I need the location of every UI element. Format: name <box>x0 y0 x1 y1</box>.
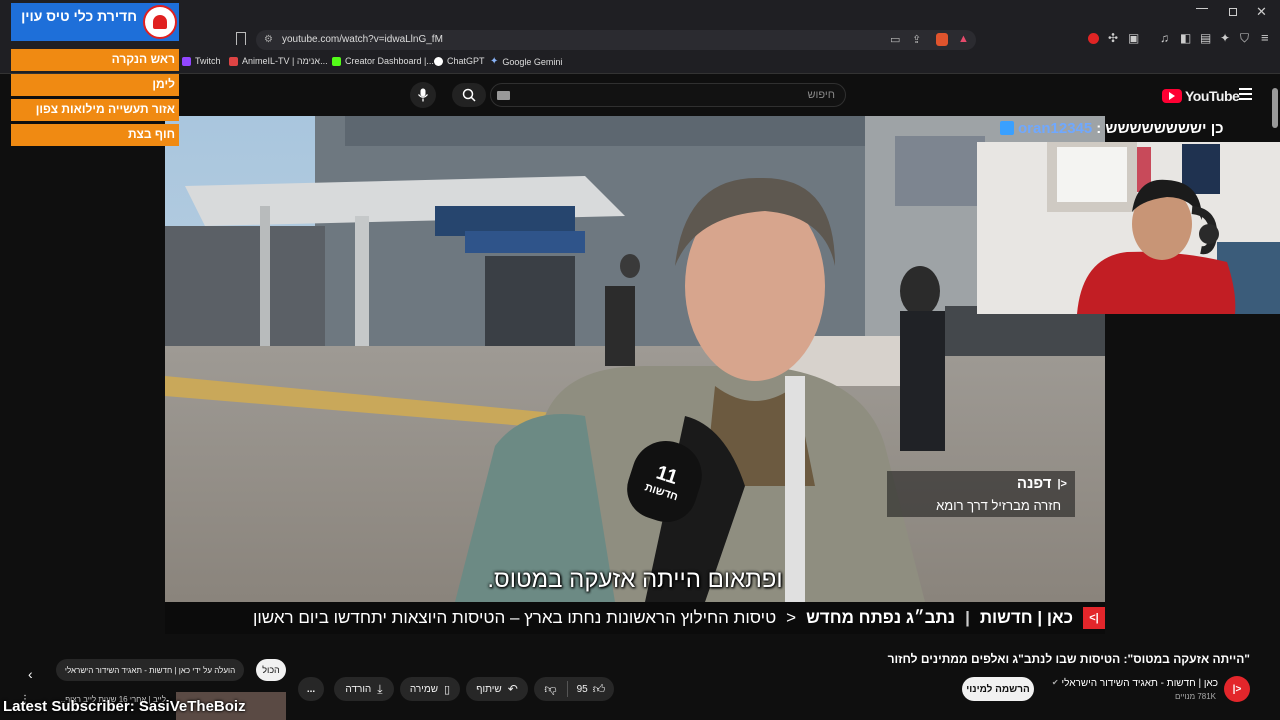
chat-username: oran12345 <box>1018 119 1093 137</box>
chip-all[interactable]: הכול <box>256 659 286 681</box>
video-subtitle: ופתאום הייתה אזעקה במטוס. <box>487 566 783 593</box>
bookmark-twitch[interactable]: Twitch <box>182 56 221 66</box>
rewards-icon[interactable]: ▲ <box>958 33 969 45</box>
browser-titlebar: ✕ <box>0 0 1280 28</box>
page-scrollbar[interactable] <box>1272 88 1278 128</box>
youtube-play-icon <box>1162 89 1182 103</box>
keyboard-icon[interactable] <box>497 91 510 100</box>
alert-header: חדירת כלי טיס עוין <box>11 3 179 41</box>
minimize-icon[interactable] <box>1196 8 1208 9</box>
name-tag-name: דפנה <box>1016 475 1052 492</box>
bookmark-animeil[interactable]: AnimeIL-TV | אנימה... <box>229 56 328 66</box>
microphone-icon <box>417 88 429 102</box>
animeil-icon <box>229 56 238 66</box>
kick-icon <box>332 56 341 66</box>
save-bookmark-icon: ▯ <box>444 683 451 696</box>
bookmark-gemini[interactable]: ✦ Google Gemini <box>490 56 562 67</box>
bookmark-icon[interactable] <box>236 32 246 45</box>
browser-menu-icon[interactable]: ≡ <box>1261 30 1269 45</box>
chip-uploaded-by[interactable]: הועלה על ידי כאן | חדשות - תאגיד השידור … <box>56 659 244 681</box>
alert-item: חוף בצת <box>11 124 179 146</box>
screenshot-icon[interactable]: ▣ <box>1128 31 1139 45</box>
ticker-section: נתב״ג נפתח מחדש <box>806 608 956 627</box>
video-frame <box>165 116 1105 602</box>
like-count: 95 <box>576 683 588 695</box>
download-icon: ⤓ <box>377 681 383 696</box>
ticker-brand: כאן | חדשות <box>979 608 1073 627</box>
name-tag-subtitle: חזרה מברזיל דרך רומא <box>936 498 1061 513</box>
download-button[interactable]: הורדה ⤓ <box>334 677 394 701</box>
more-horizontal-icon: ... <box>306 683 316 695</box>
ticker-chevron-icon: < <box>786 608 797 627</box>
dislike-button[interactable]: 👎︎ <box>534 681 568 697</box>
latest-subscriber-overlay: Latest Subscriber: SasiVeTheBoiz <box>3 698 246 715</box>
webcam-overlay <box>977 142 1280 314</box>
alert-item: ראש הנקרה <box>11 49 179 71</box>
save-button[interactable]: שמירה ▯ <box>400 677 460 701</box>
search-placeholder: חיפוש <box>807 89 835 101</box>
subscriber-count: 781K מנויים <box>1174 692 1216 701</box>
video-title: "הייתה אזעקה במטוס": הטיסות שבו לנתב"ג ו… <box>887 652 1250 666</box>
chatgpt-icon <box>434 56 443 66</box>
alert-item: לימן <box>11 74 179 96</box>
chat-message: כן ישששששששש : <box>1096 119 1224 137</box>
sidebar-icon[interactable]: ◧ <box>1180 31 1191 45</box>
chips-prev-icon[interactable]: ‹ <box>28 666 33 682</box>
music-icon[interactable]: ♫ <box>1160 31 1169 45</box>
twitch-icon <box>182 56 191 66</box>
thumbs-down-icon: 👎︎ <box>544 681 557 696</box>
bookmark-chatgpt[interactable]: ChatGPT <box>434 56 485 66</box>
extension-red-icon[interactable] <box>1088 33 1099 44</box>
guide-menu-icon[interactable] <box>1239 88 1252 100</box>
brave-shield-icon[interactable] <box>936 33 948 46</box>
video-player[interactable]: 11 חדשות <| דפנה חזרה מברזיל דרך רומא ופ… <box>165 116 1105 602</box>
channel-name[interactable]: כאן | חדשות - תאגיד השידור הישראלי ✔ <box>1040 678 1218 689</box>
extensions-icon[interactable]: ✣ <box>1108 31 1118 45</box>
address-bar[interactable]: ⚙ youtube.com/watch?v=idwaLlnG_fM ▭ ⇪ ▲ <box>256 30 976 50</box>
like-button[interactable]: 95 👍︎ <box>568 682 614 697</box>
url-text: youtube.com/watch?v=idwaLlnG_fM <box>282 34 443 45</box>
like-dislike-group: 👎︎ 95 👍︎ <box>534 677 614 701</box>
maximize-icon[interactable] <box>1229 8 1237 16</box>
search-button[interactable] <box>452 83 486 107</box>
share-button[interactable]: שיתוף ↶ <box>466 677 528 701</box>
vpn-shield-icon[interactable]: ⛉ <box>1240 31 1249 46</box>
close-window-icon[interactable]: ✕ <box>1256 4 1267 20</box>
search-icon <box>462 88 476 102</box>
youtube-logo[interactable]: YouTube <box>1162 88 1240 104</box>
name-tag: <| דפנה חזרה מברזיל דרך רומא <box>887 471 1075 517</box>
subscribe-button[interactable]: הרשמה למינוי <box>962 677 1034 701</box>
voice-search-button[interactable] <box>410 82 436 108</box>
news-ticker: |> כאן | חדשות | נתב״ג נפתח מחדש < טיסות… <box>165 602 1105 634</box>
site-info-icon[interactable]: ⚙ <box>264 34 273 45</box>
ticker-divider: | <box>965 608 970 627</box>
alert-siren-icon <box>143 5 177 39</box>
alert-item: אזור תעשייה מילואות צפון <box>11 99 179 121</box>
cast-icon[interactable]: ▭ <box>890 33 900 46</box>
bookmark-creator-dashboard[interactable]: Creator Dashboard |... <box>332 56 434 66</box>
ticker-text: טיסות החילוץ הראשונות נחתו בארץ – הטיסות… <box>252 608 777 627</box>
gemini-icon: ✦ <box>490 56 499 67</box>
ai-sparkle-icon[interactable]: ✦ <box>1220 31 1230 45</box>
thumbs-up-icon: 👍︎ <box>592 681 606 696</box>
stream-chat-line: oran12345 כן ישששששששש : <box>1000 118 1224 138</box>
chat-badge-icon <box>1000 121 1014 135</box>
webcam-feed <box>977 142 1280 314</box>
channel-avatar[interactable]: |> <box>1224 676 1250 702</box>
more-actions-button[interactable]: ... <box>298 677 324 701</box>
kan-logo-icon: |> <box>1083 607 1105 629</box>
alert-overlay: חדירת כלי טיס עוין ראש הנקרה לימן אזור ת… <box>11 3 179 146</box>
alert-title: חדירת כלי טיס עוין <box>21 8 137 24</box>
verified-icon: ✔ <box>1051 678 1059 687</box>
wallet-icon[interactable]: ▤ <box>1200 31 1211 45</box>
share-icon: ↶ <box>507 682 518 696</box>
share-page-icon[interactable]: ⇪ <box>912 33 921 46</box>
kan-arrow-icon: <| <box>1057 477 1067 490</box>
search-input[interactable]: חיפוש <box>490 83 846 107</box>
